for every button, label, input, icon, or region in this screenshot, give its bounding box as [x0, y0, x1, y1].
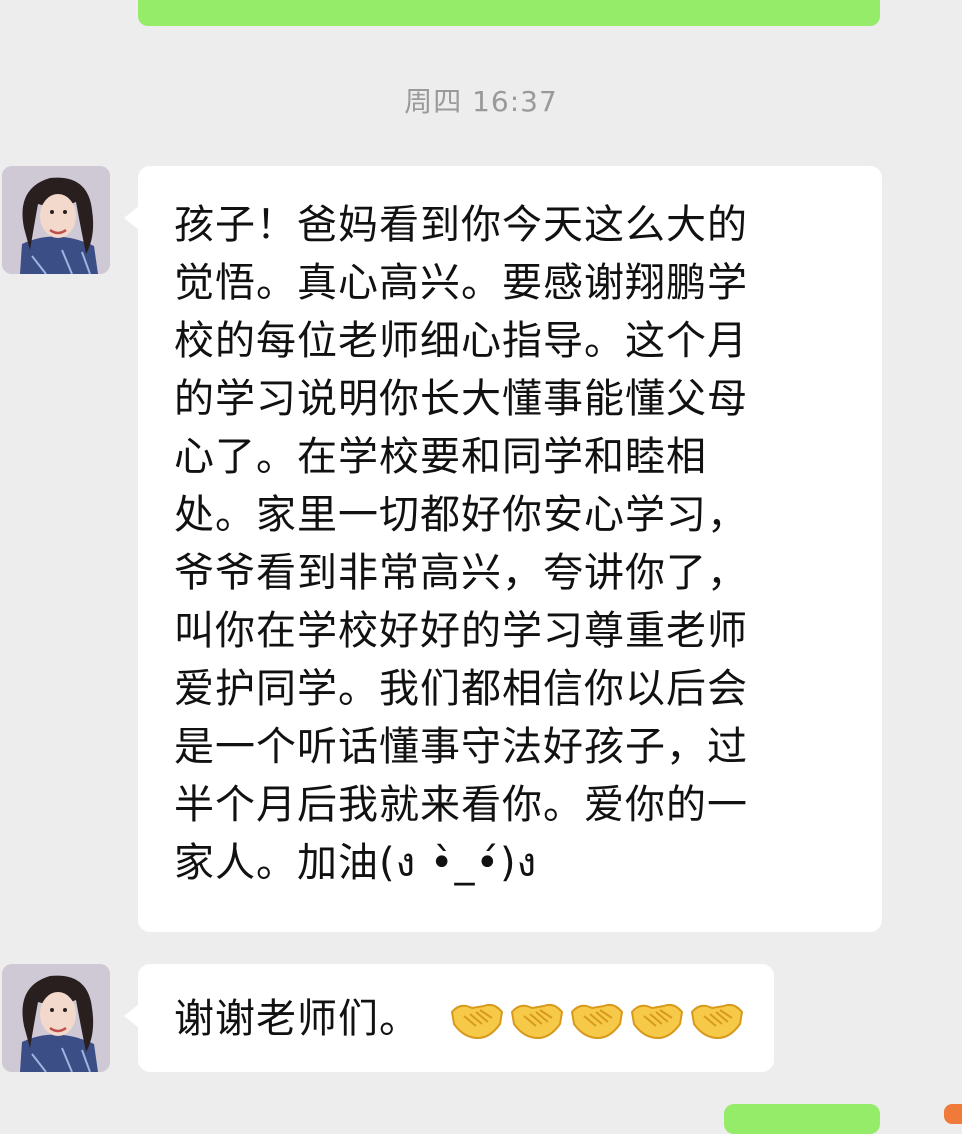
handshake-icon: [450, 994, 504, 1044]
handshake-icon: [630, 994, 684, 1044]
unread-indicator-partial: [944, 1104, 962, 1124]
handshake-icon: [690, 994, 744, 1044]
outgoing-message-bubble-partial[interactable]: [724, 1104, 880, 1134]
incoming-message-bubble[interactable]: 孩子！爸妈看到你今天这么大的 觉悟。真心高兴。要感谢翔鹏学 校的每位老师细心指导…: [124, 166, 882, 932]
handshake-icon: [510, 994, 564, 1044]
message-timestamp: 周四 16:37: [404, 85, 558, 118]
message-text: 孩子！爸妈看到你今天这么大的 觉悟。真心高兴。要感谢翔鹏学 校的每位老师细心指导…: [174, 202, 748, 886]
incoming-message-bubble[interactable]: 谢谢老师们。: [124, 964, 774, 1072]
avatar[interactable]: [2, 964, 110, 1072]
outgoing-message-bubble-partial[interactable]: [138, 0, 880, 26]
emoji-row: [450, 994, 744, 1044]
avatar[interactable]: [2, 166, 110, 274]
handshake-icon: [570, 994, 624, 1044]
message-text: 谢谢老师们。: [174, 996, 420, 1042]
